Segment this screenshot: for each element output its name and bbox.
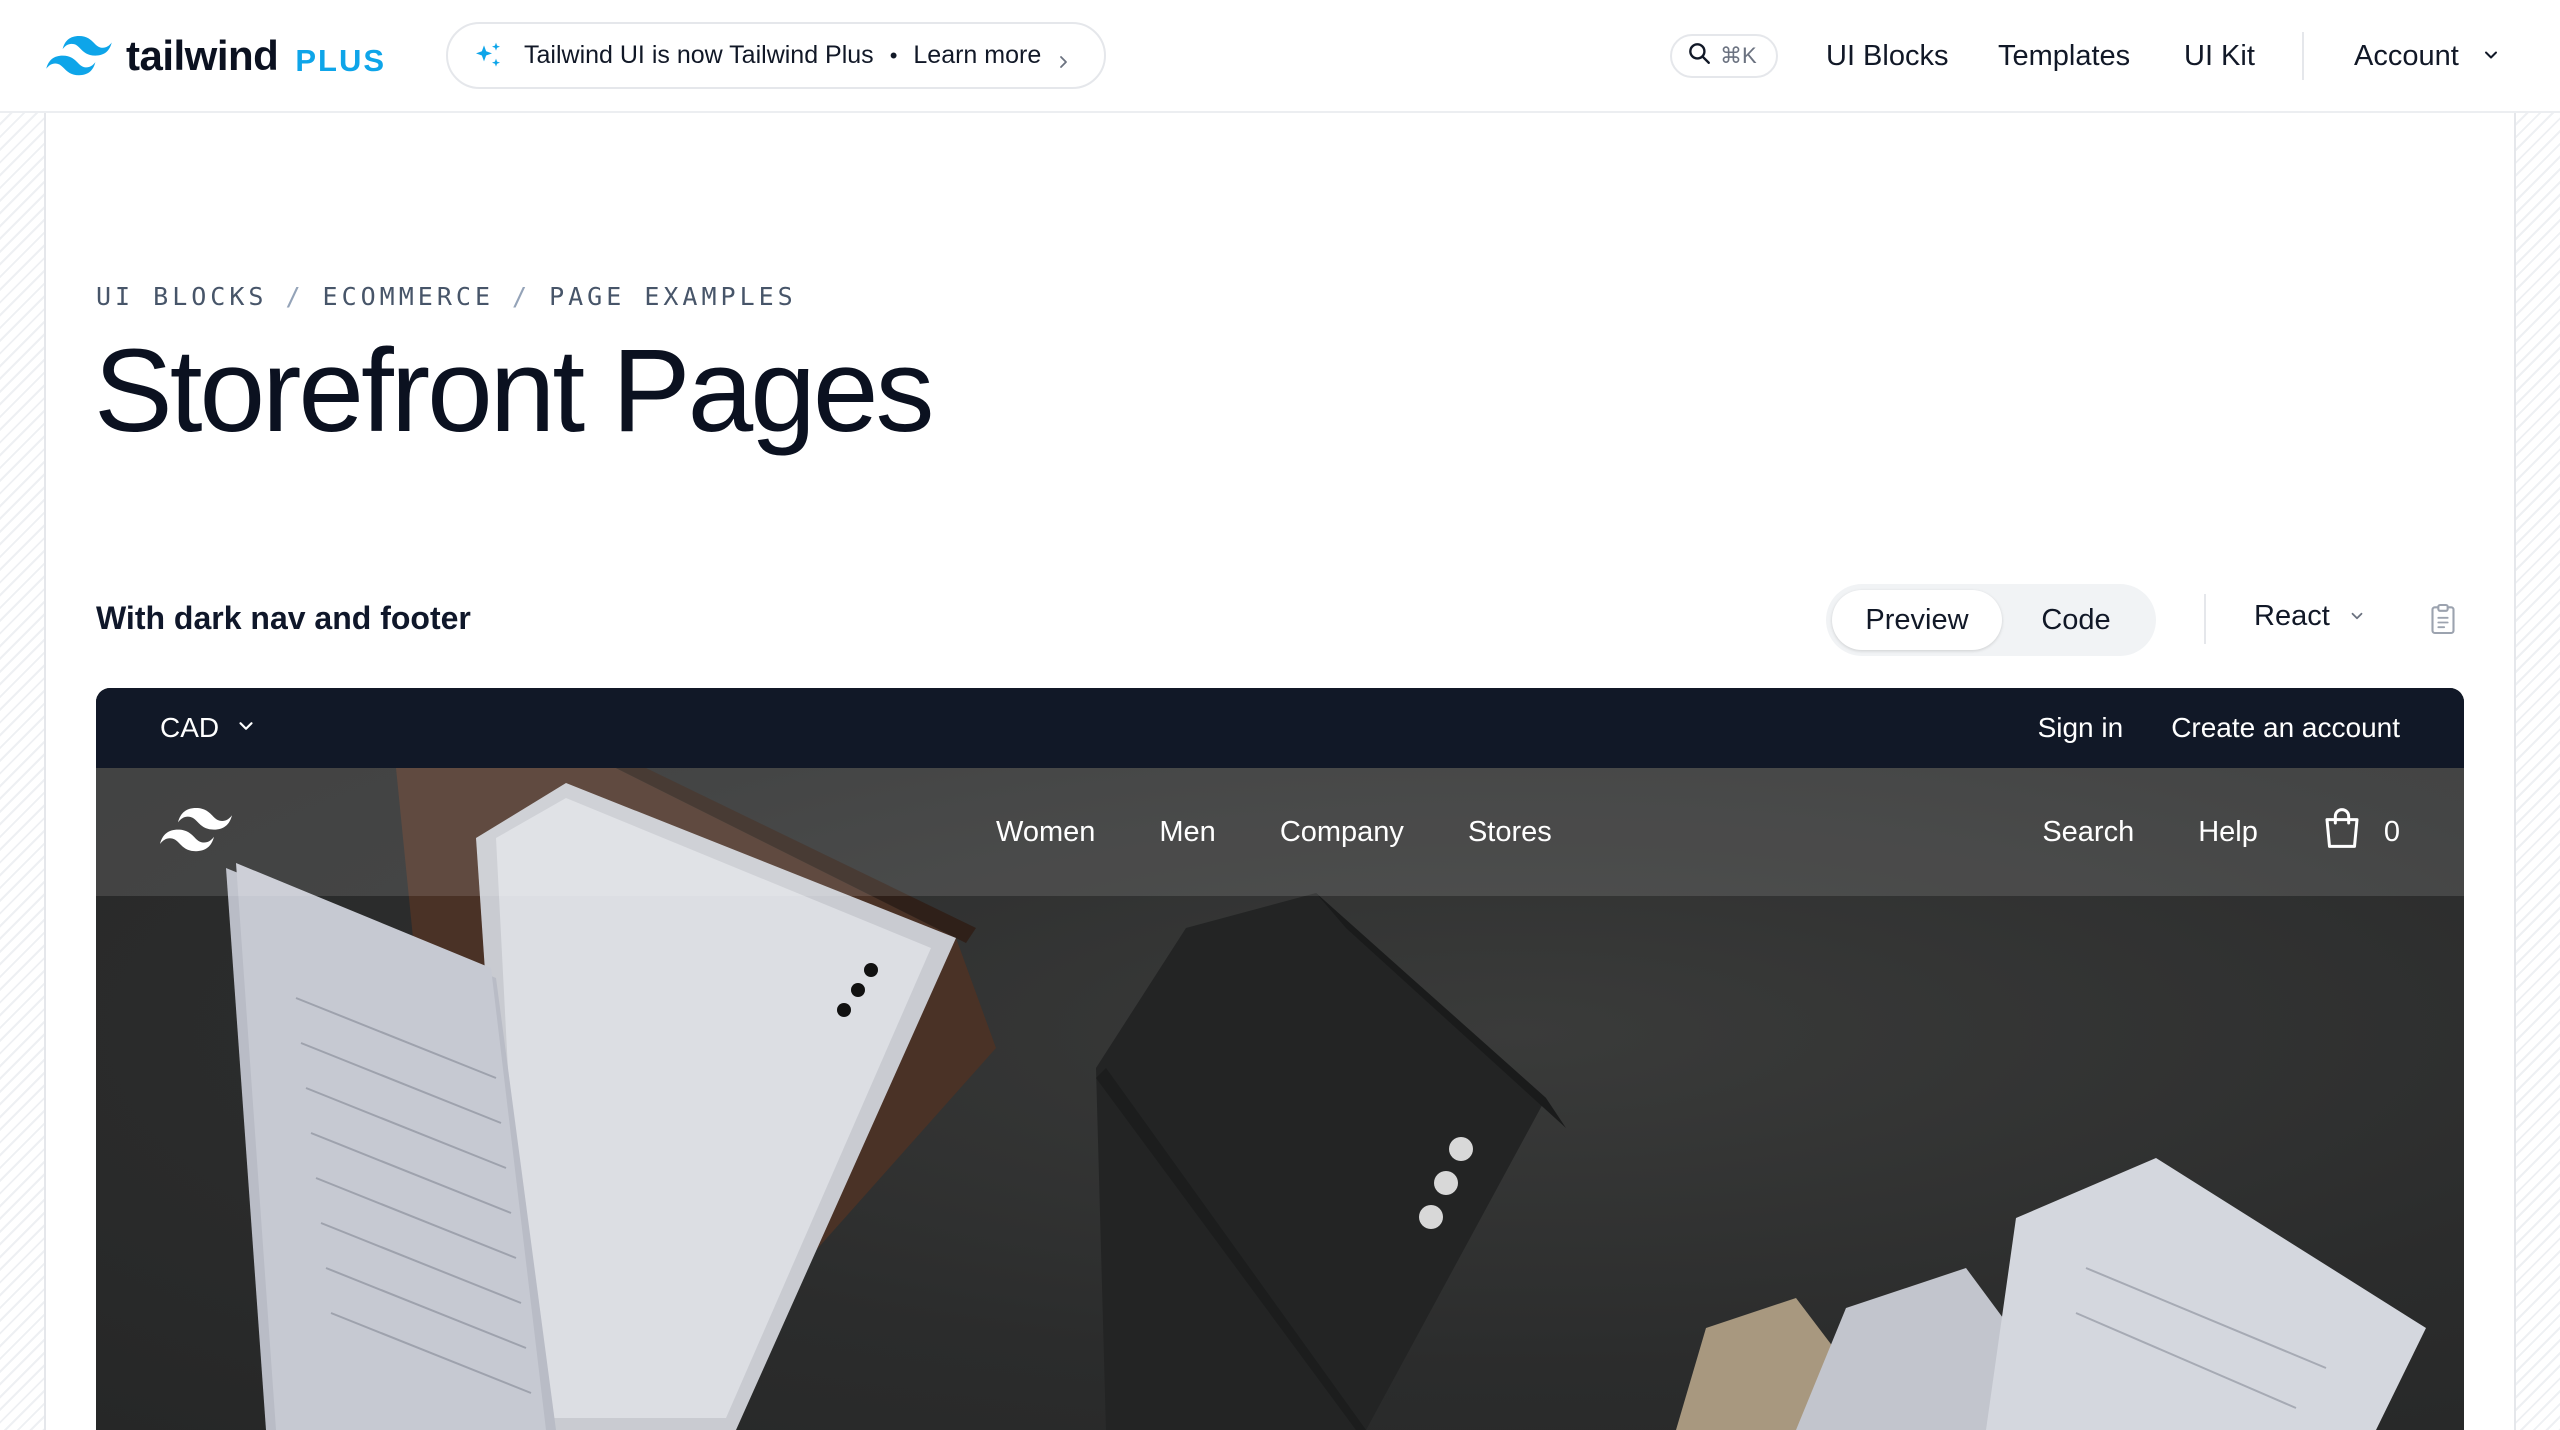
promo-account-links: Sign in Create an account [2038,688,2400,768]
clipboard-icon [2429,603,2457,639]
sign-in-link[interactable]: Sign in [2038,712,2124,744]
nav-women[interactable]: Women [996,816,1095,849]
store-nav-actions: Search Help 0 [2042,768,2400,896]
nav-company[interactable]: Company [1280,816,1404,849]
announcement-separator: • [889,42,898,68]
preview-tab[interactable]: Preview [1832,590,2002,650]
account-label: Account [2354,40,2459,72]
tailwind-logo-icon [160,808,232,859]
chevron-right-icon [1055,48,1071,68]
hero-section: Women Men Company Stores Search Help 0 [96,768,2464,1430]
store-logo-link[interactable] [160,808,232,860]
example-preview-frame: CAD Sign in Create an account Women Men … [96,688,2464,1430]
learn-more-link[interactable]: Learn more [913,41,1041,70]
search-button[interactable]: ⌘K [1670,34,1778,78]
store-navbar: Women Men Company Stores Search Help 0 [96,768,2464,896]
framework-label: React [2254,600,2330,632]
framework-select[interactable]: React [2254,600,2366,633]
breadcrumb-separator: / [285,282,305,311]
store-search-link[interactable]: Search [2042,816,2134,849]
breadcrumb: UI BLOCKS / ECOMMERCE / PAGE EXAMPLES [96,282,797,311]
search-shortcut: ⌘K [1720,43,1757,68]
left-gutter [0,113,46,1430]
cart-count: 0 [2383,815,2400,848]
nav-ui-blocks[interactable]: UI Blocks [1826,0,1948,113]
breadcrumb-ecommerce[interactable]: ECOMMERCE [323,282,494,311]
announcement-text: Tailwind UI is now Tailwind Plus [524,41,874,69]
home-logo-link[interactable]: tailwind PLUS [46,30,386,82]
cart-button[interactable]: 0 [2322,806,2400,858]
tailwind-logo-icon [46,36,112,76]
example-title: With dark nav and footer [96,600,471,636]
account-menu[interactable]: Account [2354,0,2501,113]
toolbar-divider [2204,594,2206,644]
store-help-link[interactable]: Help [2198,816,2258,849]
breadcrumb-ui-blocks[interactable]: UI BLOCKS [96,282,267,311]
code-tab[interactable]: Code [2002,590,2150,650]
chevron-down-icon [235,712,257,744]
nav-ui-kit[interactable]: UI Kit [2184,0,2255,113]
promo-bar: CAD Sign in Create an account [96,688,2464,768]
view-toggle: Preview Code [1826,584,2156,656]
store-nav-links: Women Men Company Stores [996,768,1552,896]
search-icon [1686,40,1712,72]
shopping-bag-icon [2322,806,2362,858]
page-title: Storefront Pages [94,325,935,457]
sparkles-icon [472,40,504,72]
nav-templates[interactable]: Templates [1998,0,2130,113]
currency-select[interactable]: CAD [160,688,257,768]
create-account-link[interactable]: Create an account [2171,712,2400,744]
brand-name: tailwind [126,32,279,79]
site-header: tailwind PLUS Tailwind UI is now Tailwind… [0,0,2560,113]
nav-divider [2302,32,2304,80]
nav-stores[interactable]: Stores [1468,816,1552,849]
breadcrumb-page-examples[interactable]: PAGE EXAMPLES [549,282,797,311]
announcement-pill[interactable]: Tailwind UI is now Tailwind Plus • Learn… [446,22,1106,89]
chevron-down-icon [2481,40,2501,73]
copy-code-button[interactable] [2428,602,2458,636]
right-gutter [2514,113,2560,1430]
currency-label: CAD [160,712,220,743]
nav-men[interactable]: Men [1159,816,1215,849]
chevron-down-icon [2348,600,2366,633]
brand-plus: PLUS [295,43,387,78]
breadcrumb-separator: / [512,282,532,311]
